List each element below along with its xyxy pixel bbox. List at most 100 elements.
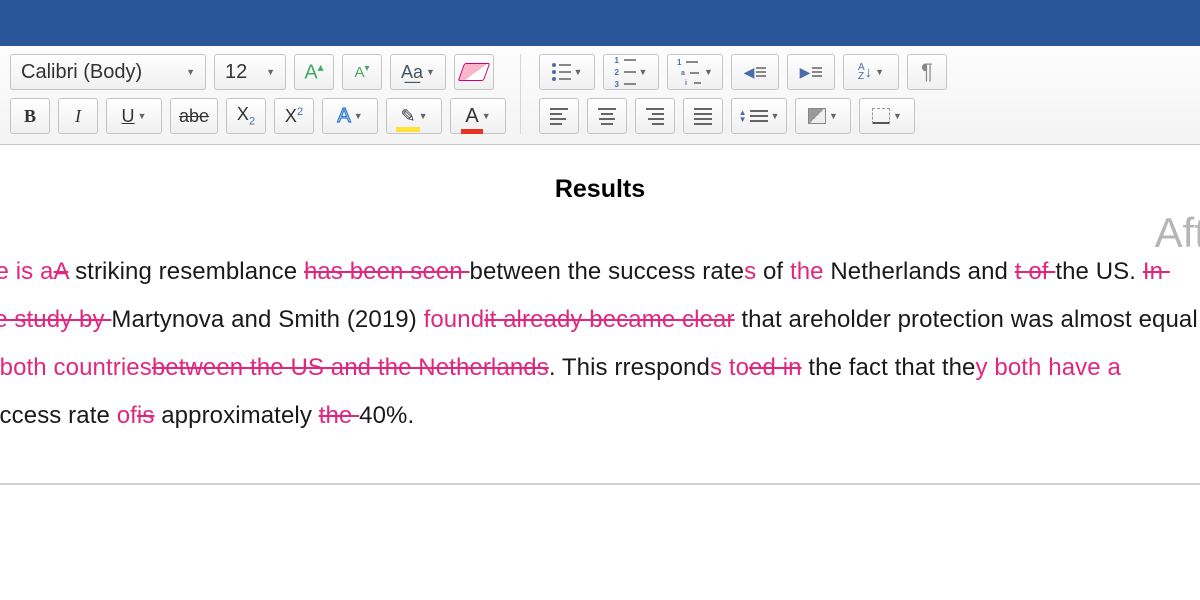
inserted-text: ere is a <box>0 258 54 285</box>
deleted-text: ed in <box>749 354 802 381</box>
decrease-indent-icon: ◀ <box>744 64 767 81</box>
clear-formatting-button[interactable] <box>454 54 494 90</box>
align-left-icon <box>550 108 568 125</box>
multilevel-icon: 1 a i <box>677 58 701 87</box>
document-area[interactable]: Aft Results ere is aA striking resemblan… <box>0 145 1200 485</box>
text-effects-icon: A <box>337 105 350 128</box>
italic-icon: I <box>75 106 81 127</box>
font-name-select[interactable]: Calibri (Body) ▼ <box>10 54 206 90</box>
page: Results ere is aA striking resemblance h… <box>0 145 1200 485</box>
underline-button[interactable]: U ▼ <box>106 98 162 134</box>
numbering-button[interactable]: 1 2 3 ▼ <box>603 54 659 90</box>
chevron-down-icon: ▼ <box>186 67 195 77</box>
inserted-text: the <box>790 258 824 285</box>
borders-icon <box>872 108 890 124</box>
deleted-text: has been seen <box>304 258 470 285</box>
bullets-button[interactable]: ▼ <box>539 54 595 90</box>
chevron-down-icon: ▼ <box>639 67 648 77</box>
deleted-text: is <box>137 402 155 429</box>
chevron-down-icon: ▼ <box>829 111 838 121</box>
superscript-icon: X2 <box>285 106 303 127</box>
align-right-button[interactable] <box>635 98 675 134</box>
ribbon: Calibri (Body) ▼ 12 ▼ A▴ A▾ A͟a ▼ <box>0 46 1200 145</box>
chevron-down-icon: ▼ <box>266 67 275 77</box>
grow-font-button[interactable]: A▴ <box>294 54 334 90</box>
increase-indent-button[interactable]: ▶ <box>787 54 835 90</box>
change-case-button[interactable]: A͟a ▼ <box>390 54 446 90</box>
font-name-value: Calibri (Body) <box>21 61 142 84</box>
justify-button[interactable] <box>683 98 723 134</box>
bold-icon: B <box>24 106 36 127</box>
bullets-icon <box>552 63 571 81</box>
multilevel-list-button[interactable]: 1 a i ▼ <box>667 54 723 90</box>
grow-font-icon: A▴ <box>304 60 323 85</box>
strikethrough-icon: abe <box>179 106 209 127</box>
font-color-button[interactable]: A ▼ <box>450 98 506 134</box>
justify-icon <box>694 108 712 125</box>
inserted-text: s to <box>710 354 749 381</box>
chevron-down-icon: ▼ <box>893 111 902 121</box>
align-center-button[interactable] <box>587 98 627 134</box>
title-bar <box>0 0 1200 46</box>
shrink-font-button[interactable]: A▾ <box>342 54 382 90</box>
font-group: Calibri (Body) ▼ 12 ▼ A▴ A▾ A͟a ▼ <box>10 54 521 134</box>
paragraph-group: ▼ 1 2 3 ▼ 1 a i ▼ ◀ <box>539 54 961 134</box>
increase-indent-icon: ▶ <box>800 64 823 81</box>
borders-button[interactable]: ▼ <box>859 98 915 134</box>
line-spacing-button[interactable]: ▲▼ ▼ <box>731 98 787 134</box>
underline-icon: U <box>122 106 135 127</box>
decrease-indent-button[interactable]: ◀ <box>731 54 779 90</box>
text-effects-button[interactable]: A ▼ <box>322 98 378 134</box>
chevron-down-icon: ▼ <box>354 111 363 121</box>
numbering-icon: 1 2 3 <box>615 56 636 89</box>
chevron-down-icon: ▼ <box>704 67 713 77</box>
normal-text: striking resemblance <box>68 258 304 285</box>
font-size-value: 12 <box>225 61 247 84</box>
chevron-down-icon: ▼ <box>574 67 583 77</box>
align-right-icon <box>646 108 664 125</box>
align-center-icon <box>598 108 616 125</box>
watermark-text: Aft <box>1155 209 1200 257</box>
inserted-text: of <box>117 402 137 429</box>
inserted-text: s <box>744 258 756 285</box>
subscript-button[interactable]: X2 <box>226 98 266 134</box>
eraser-icon <box>458 63 491 81</box>
shading-button[interactable]: ▼ <box>795 98 851 134</box>
strikethrough-button[interactable]: abe <box>170 98 218 134</box>
sort-icon: AZ↓ <box>858 63 872 81</box>
deleted-text: A <box>54 258 69 285</box>
body-text[interactable]: ere is aA striking resemblance has been … <box>0 248 1200 440</box>
deleted-text: between the US and the Netherlands <box>152 354 549 381</box>
heading: Results <box>0 175 1200 204</box>
normal-text: between the success rate <box>470 258 745 285</box>
shading-icon <box>808 108 826 124</box>
italic-button[interactable]: I <box>58 98 98 134</box>
chevron-down-icon: ▼ <box>426 67 435 77</box>
inserted-text: in both countries <box>0 354 152 381</box>
normal-text: that areholder protection was almost equ… <box>735 306 1200 333</box>
highlight-button[interactable]: ✎ ▼ <box>386 98 442 134</box>
normal-text: 40%. <box>359 402 414 429</box>
subscript-icon: X2 <box>237 104 255 128</box>
deleted-text: t of <box>1015 258 1056 285</box>
chevron-down-icon: ▼ <box>419 111 428 121</box>
chevron-down-icon: ▼ <box>875 67 884 77</box>
font-color-icon: A <box>465 105 478 128</box>
normal-text: approximately <box>154 402 318 429</box>
line-spacing-icon: ▲▼ <box>739 109 768 123</box>
inserted-text: found <box>424 306 485 333</box>
bold-button[interactable]: B <box>10 98 50 134</box>
chevron-down-icon: ▼ <box>771 111 780 121</box>
font-size-select[interactable]: 12 ▼ <box>214 54 286 90</box>
show-marks-button[interactable]: ¶ <box>907 54 947 90</box>
normal-text: . This rrespond <box>549 354 710 381</box>
superscript-button[interactable]: X2 <box>274 98 314 134</box>
sort-button[interactable]: AZ↓ ▼ <box>843 54 899 90</box>
pilcrow-icon: ¶ <box>921 59 933 85</box>
normal-text: Martynova and Smith (2019) <box>111 306 423 333</box>
highlight-icon: ✎ <box>400 106 415 127</box>
chevron-down-icon: ▼ <box>482 111 491 121</box>
shrink-font-icon: A▾ <box>354 63 369 81</box>
align-left-button[interactable] <box>539 98 579 134</box>
normal-text: Netherlands and <box>824 258 1015 285</box>
